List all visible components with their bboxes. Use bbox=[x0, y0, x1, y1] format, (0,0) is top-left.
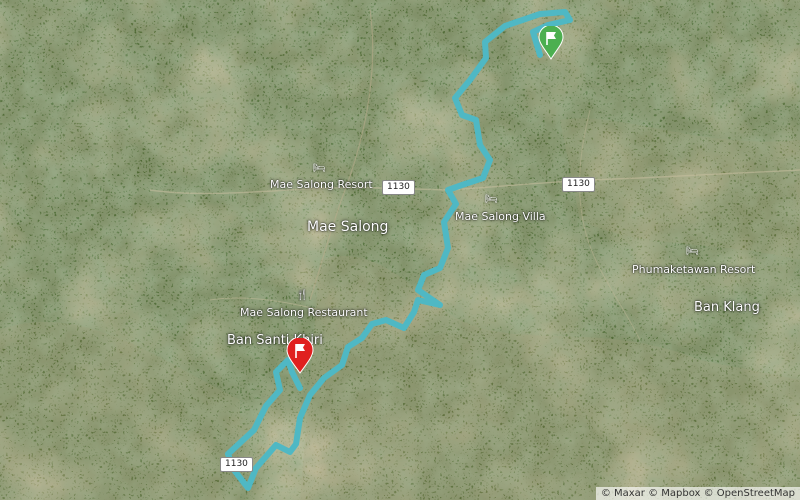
bed-icon[interactable]: 🛏 bbox=[313, 164, 326, 174]
bed-icon[interactable]: 🛏 bbox=[485, 195, 498, 205]
satellite-map[interactable]: Mae Salong Ban Santi Khiri Ban Klang 🛏 M… bbox=[0, 0, 800, 500]
road-shield-1130: 1130 bbox=[382, 180, 415, 195]
fork-knife-icon[interactable]: 🍴 bbox=[296, 291, 308, 301]
place-mae-salong: Mae Salong bbox=[307, 219, 389, 235]
place-ban-klang: Ban Klang bbox=[694, 300, 760, 315]
road-shield-1130: 1130 bbox=[220, 457, 253, 472]
poi-phumaketawan-resort[interactable]: Phumaketawan Resort bbox=[632, 263, 755, 276]
poi-mae-salong-villa[interactable]: Mae Salong Villa bbox=[455, 210, 546, 223]
poi-mae-salong-resort[interactable]: Mae Salong Resort bbox=[270, 178, 373, 191]
bed-icon[interactable]: 🛏 bbox=[686, 247, 699, 257]
green-flag-pin-icon[interactable] bbox=[538, 26, 564, 60]
poi-mae-salong-restaurant[interactable]: Mae Salong Restaurant bbox=[240, 306, 368, 319]
map-attribution[interactable]: © Maxar © Mapbox © OpenStreetMap bbox=[595, 487, 800, 500]
satellite-terrain bbox=[0, 0, 800, 500]
red-flag-pin-icon[interactable] bbox=[286, 338, 314, 374]
road-shield-1130: 1130 bbox=[562, 177, 595, 192]
